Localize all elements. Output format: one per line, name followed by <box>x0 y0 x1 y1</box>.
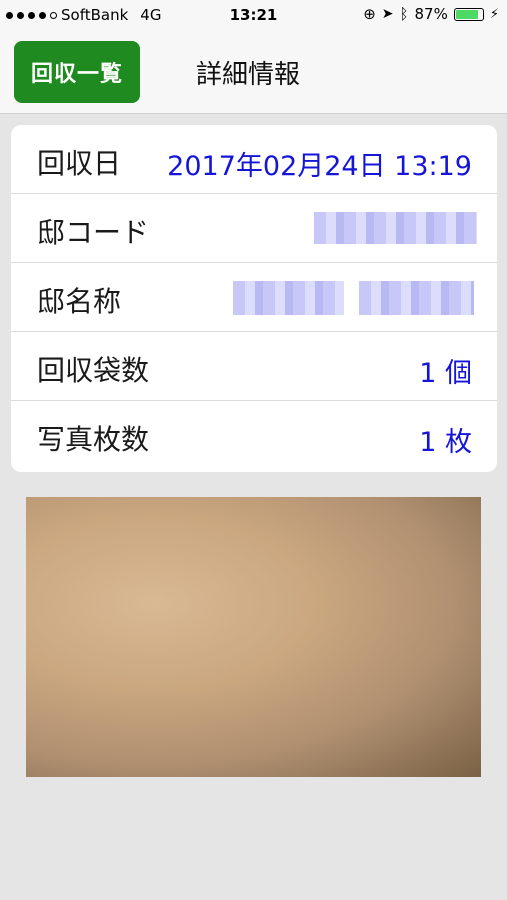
collection-photo[interactable] <box>26 497 481 777</box>
battery-fill <box>455 9 479 19</box>
status-right: ⊕ ➤ ᛒ 87% ⚡ <box>363 5 499 23</box>
detail-row-house-name: 邸名称 <box>11 263 497 332</box>
house-name-redacted-part2 <box>359 281 474 315</box>
location-icon: ➤ <box>381 6 394 22</box>
battery-percent: 87% <box>414 5 448 23</box>
collection-date-value: 2017年02月24日 13:19 <box>167 151 472 182</box>
photo-count-value: 1 枚 <box>419 427 472 458</box>
house-code-label: 邸コード <box>37 216 150 249</box>
house-name-redacted-part1 <box>233 281 344 315</box>
back-to-list-button[interactable]: 回収一覧 <box>14 41 140 103</box>
navigation-bar: 回収一覧 詳細情報 <box>0 32 507 114</box>
detail-row-house-code: 邸コード <box>11 194 497 263</box>
house-code-redacted <box>314 212 477 244</box>
status-bar: SoftBank 4G 13:21 ⊕ ➤ ᛒ 87% ⚡ <box>0 0 507 32</box>
detail-card: 回収日 2017年02月24日 13:19 邸コード 邸名称 回収袋数 1 個 … <box>11 125 497 472</box>
photo-count-label: 写真枚数 <box>37 423 150 456</box>
detail-row-collection-date: 回収日 2017年02月24日 13:19 <box>11 125 497 194</box>
detail-row-photo-count: 写真枚数 1 枚 <box>11 401 497 470</box>
rotation-lock-icon: ⊕ <box>363 5 376 23</box>
collection-date-label: 回収日 <box>37 147 122 180</box>
battery-icon <box>453 7 484 21</box>
house-name-label: 邸名称 <box>37 285 122 318</box>
charging-icon: ⚡ <box>489 6 499 22</box>
bluetooth-icon: ᛒ <box>399 5 409 23</box>
bag-count-value: 1 個 <box>419 358 472 389</box>
detail-row-bag-count: 回収袋数 1 個 <box>11 332 497 401</box>
page-title: 詳細情報 <box>196 60 301 90</box>
bag-count-label: 回収袋数 <box>37 354 150 387</box>
